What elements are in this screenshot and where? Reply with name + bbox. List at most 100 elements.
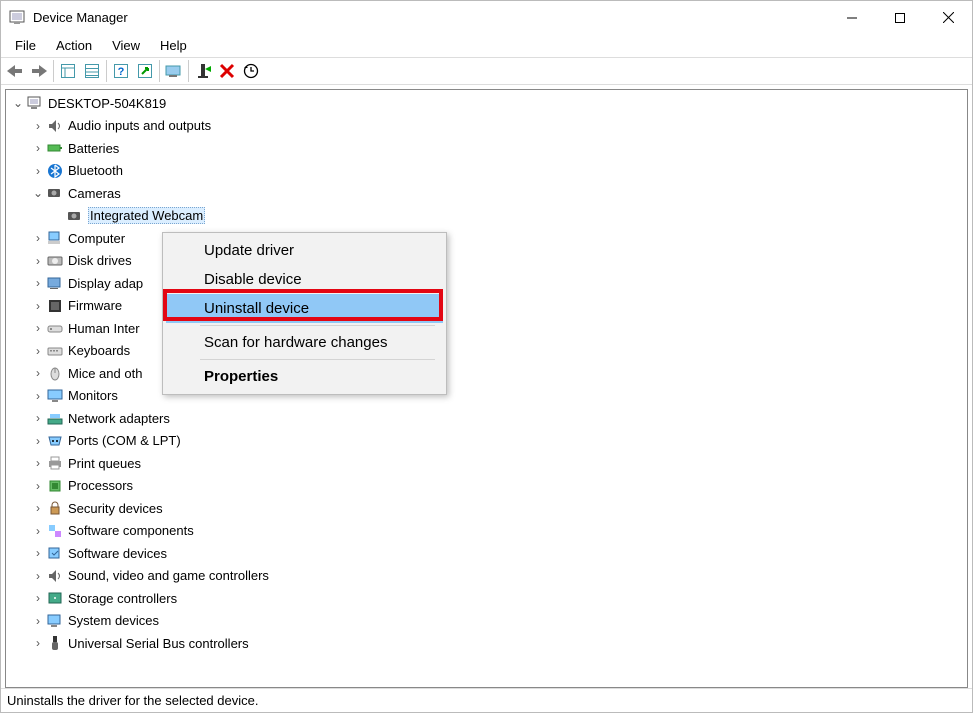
caption-buttons [828,1,972,34]
expand-icon[interactable]: › [30,385,46,408]
storage-icon [46,589,64,607]
forward-button[interactable] [27,59,51,83]
close-button[interactable] [924,1,972,34]
tree-category-ports[interactable]: › Ports (COM & LPT) [6,430,967,453]
expand-icon[interactable]: › [30,587,46,610]
properties-button[interactable] [133,59,157,83]
enable-device-button[interactable] [191,59,215,83]
expand-icon[interactable]: › [30,362,46,385]
expand-icon[interactable]: › [30,497,46,520]
keyboard-icon [46,342,64,360]
back-button[interactable] [3,59,27,83]
app-icon [9,10,25,26]
tree-category-firmware[interactable]: › Firmware [6,295,967,318]
tree-category-disk-drives[interactable]: › Disk drives [6,250,967,273]
expand-icon[interactable]: › [30,542,46,565]
expand-icon[interactable]: › [30,430,46,453]
tree-category-audio[interactable]: › Audio inputs and outputs [6,115,967,138]
update-driver-button[interactable] [162,59,186,83]
menu-bar: File Action View Help [1,34,972,57]
details-view-button[interactable] [80,59,104,83]
expand-icon[interactable]: › [30,250,46,273]
context-uninstall-device[interactable]: Uninstall device [166,294,443,323]
collapse-icon[interactable]: ⌄ [30,182,46,205]
svg-text:?: ? [118,66,125,78]
tree-label: Audio inputs and outputs [68,118,211,133]
tree-label: Network adapters [68,411,170,426]
title-bar: Device Manager [1,1,972,34]
context-scan-hardware[interactable]: Scan for hardware changes [166,328,443,357]
tree-label-selected: Integrated Webcam [88,207,205,224]
menu-file[interactable]: File [5,36,46,55]
bluetooth-icon [46,162,64,180]
tree-label: Security devices [68,501,163,516]
device-tree-panel[interactable]: ⌄ DESKTOP-504K819 › Audio inputs and out… [5,89,968,688]
tree-category-usb[interactable]: › Universal Serial Bus controllers [6,632,967,655]
tree-category-keyboards[interactable]: › Keyboards [6,340,967,363]
tree-category-mice[interactable]: › Mice and oth [6,362,967,385]
context-update-driver[interactable]: Update driver [166,236,443,265]
tree-category-network[interactable]: › Network adapters [6,407,967,430]
status-text: Uninstalls the driver for the selected d… [7,693,258,708]
expand-icon[interactable]: › [30,227,46,250]
expand-icon[interactable]: › [30,137,46,160]
monitor-icon [46,387,64,405]
camera-icon [66,207,84,225]
tree-category-batteries[interactable]: › Batteries [6,137,967,160]
expand-icon[interactable]: › [30,272,46,295]
tree-category-software-components[interactable]: › Software components [6,520,967,543]
software-device-icon [46,544,64,562]
printer-icon [46,454,64,472]
tree-label: Keyboards [68,343,130,358]
camera-icon [46,184,64,202]
menu-action[interactable]: Action [46,36,102,55]
expand-icon[interactable]: › [30,452,46,475]
uninstall-device-button[interactable] [215,59,239,83]
expand-icon[interactable]: › [30,115,46,138]
tree-category-print-queues[interactable]: › Print queues [6,452,967,475]
context-properties[interactable]: Properties [166,362,443,391]
tree-category-bluetooth[interactable]: › Bluetooth [6,160,967,183]
tree-label: Mice and oth [68,366,142,381]
tree-category-storage[interactable]: › Storage controllers [6,587,967,610]
help-button[interactable]: ? [109,59,133,83]
context-disable-device[interactable]: Disable device [166,265,443,294]
expand-icon[interactable]: › [30,160,46,183]
hid-icon [46,319,64,337]
expand-icon[interactable]: › [30,632,46,655]
tree-label: DESKTOP-504K819 [48,96,166,111]
collapse-icon[interactable]: ⌄ [10,92,26,115]
tree-category-display-adapters[interactable]: › Display adap [6,272,967,295]
menu-view[interactable]: View [102,36,150,55]
network-icon [46,409,64,427]
system-icon [46,612,64,630]
tree-label: Human Inter [68,321,140,336]
tree-category-security[interactable]: › Security devices [6,497,967,520]
menu-help[interactable]: Help [150,36,197,55]
tree-category-cameras[interactable]: ⌄ Cameras [6,182,967,205]
tree-category-system[interactable]: › System devices [6,610,967,633]
expand-icon[interactable]: › [30,340,46,363]
tree-category-processors[interactable]: › Processors [6,475,967,498]
scan-hardware-button[interactable] [239,59,263,83]
tree-category-sound[interactable]: › Sound, video and game controllers [6,565,967,588]
tree-category-software-devices[interactable]: › Software devices [6,542,967,565]
tree-root[interactable]: ⌄ DESKTOP-504K819 [6,92,967,115]
expand-icon[interactable]: › [30,407,46,430]
expand-icon[interactable]: › [30,565,46,588]
expand-icon[interactable]: › [30,475,46,498]
device-tree: ⌄ DESKTOP-504K819 › Audio inputs and out… [6,92,967,655]
expand-icon[interactable]: › [30,610,46,633]
expand-icon[interactable]: › [30,520,46,543]
battery-icon [46,139,64,157]
tree-category-hid[interactable]: › Human Inter [6,317,967,340]
expand-icon[interactable]: › [30,317,46,340]
expand-icon[interactable]: › [30,295,46,318]
tree-device-integrated-webcam[interactable]: Integrated Webcam [6,205,967,228]
show-hidden-devices-button[interactable] [56,59,80,83]
minimize-button[interactable] [828,1,876,34]
tree-category-computer[interactable]: › Computer [6,227,967,250]
tree-category-monitors[interactable]: › Monitors [6,385,967,408]
tree-label: Batteries [68,141,119,156]
maximize-button[interactable] [876,1,924,34]
